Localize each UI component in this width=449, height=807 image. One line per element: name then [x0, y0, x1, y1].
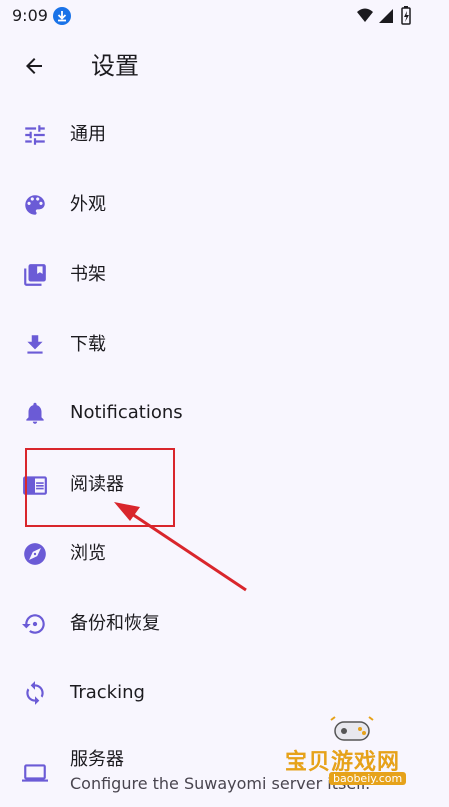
- status-bar: 9:09: [0, 0, 449, 32]
- sync-icon: [26, 681, 44, 705]
- gamepad-icon: [330, 716, 374, 741]
- battery-icon: [401, 6, 411, 25]
- library-books-icon: [24, 264, 46, 286]
- settings-item-label: 下载: [70, 334, 106, 355]
- settings-item-label: 外观: [70, 194, 106, 215]
- watermark-url: baobeiy.com: [329, 772, 407, 785]
- settings-item-label: 通用: [70, 124, 106, 145]
- download-notification-icon: [53, 7, 71, 25]
- status-time: 9:09: [12, 6, 48, 25]
- wifi-icon: [357, 8, 373, 22]
- settings-item-downloads[interactable]: 下载: [0, 310, 449, 379]
- settings-item-general[interactable]: 通用: [0, 100, 449, 169]
- back-button[interactable]: [14, 46, 54, 86]
- watermark: 宝贝游戏网 baobeiy.com: [277, 714, 427, 794]
- page-title: 设置: [91, 52, 139, 80]
- app-bar: 设置: [0, 32, 449, 100]
- annotation-arrow-icon: [114, 502, 247, 592]
- download-icon: [27, 335, 43, 354]
- tune-icon: [25, 125, 45, 145]
- compass-icon: [24, 543, 46, 565]
- settings-item-notifications[interactable]: Notifications: [0, 378, 449, 447]
- arrow-back-icon: [26, 58, 42, 74]
- settings-item-appearance[interactable]: 外观: [0, 170, 449, 239]
- settings-item-label: 服务器: [70, 749, 124, 770]
- palette-icon: [25, 195, 45, 215]
- settings-item-library[interactable]: 书架: [0, 240, 449, 309]
- status-icons: [357, 6, 411, 25]
- settings-backup-restore-icon: [22, 614, 45, 634]
- settings-item-label: Tracking: [70, 682, 145, 703]
- settings-item-label: Notifications: [70, 402, 183, 423]
- computer-icon: [22, 764, 48, 782]
- settings-item-label: 书架: [70, 264, 106, 285]
- bell-icon: [26, 402, 44, 424]
- signal-icon: [379, 9, 393, 23]
